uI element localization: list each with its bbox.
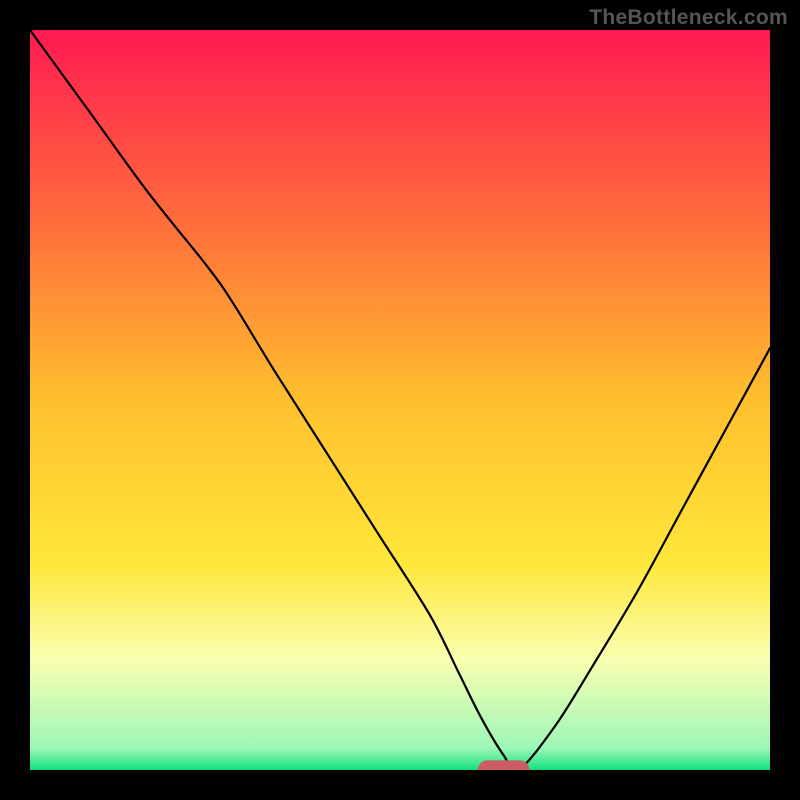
watermark-label: TheBottleneck.com xyxy=(589,6,788,30)
chart-plot-area xyxy=(30,30,770,770)
chart-background xyxy=(30,30,770,770)
optimal-marker xyxy=(478,760,530,770)
chart-svg xyxy=(30,30,770,770)
chart-frame: TheBottleneck.com xyxy=(0,0,800,800)
